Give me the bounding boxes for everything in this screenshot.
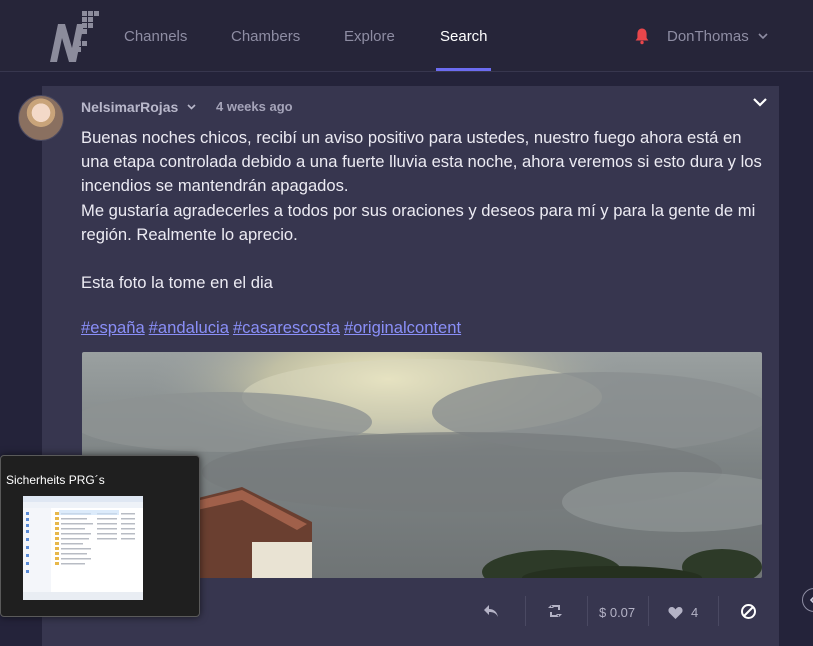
divider [718, 596, 719, 626]
user-menu[interactable]: DonThomas [667, 28, 749, 45]
chevron-down-icon[interactable] [186, 101, 197, 112]
preview-title: Sicherheits PRG´s [6, 473, 105, 487]
hashtag-list: #españa #andalucia #casarescosta #originalc… [81, 318, 465, 338]
chevron-left-icon [809, 596, 813, 604]
nav-explore[interactable]: Explore [344, 28, 395, 45]
hashtag-link[interactable]: #casarescosta [233, 318, 340, 337]
divider [587, 596, 588, 626]
taskbar-window-preview[interactable]: Sicherheits PRG´s [0, 455, 200, 617]
nf-logo[interactable] [48, 8, 104, 64]
scroll-left-button[interactable] [802, 588, 813, 612]
nav-chambers[interactable]: Chambers [231, 28, 300, 45]
avatar[interactable] [18, 95, 64, 141]
bell-icon[interactable] [634, 27, 650, 45]
like-count: 4 [691, 605, 699, 620]
top-navigation-bar: Channels Chambers Explore Search DonThom… [0, 0, 813, 72]
post-paragraph [81, 247, 771, 271]
nav-search[interactable]: Search [440, 28, 488, 45]
payout-value[interactable]: $ 0.07 [599, 605, 635, 620]
hashtag-link[interactable]: #originalcontent [344, 318, 461, 337]
active-tab-indicator [436, 68, 491, 71]
post-paragraph: Me gustaría agradecerles a todos por sus… [81, 200, 756, 244]
divider [648, 596, 649, 626]
heart-icon[interactable] [668, 606, 683, 619]
retweet-icon[interactable] [548, 605, 562, 617]
post-author[interactable]: NelsimarRojas [81, 99, 178, 115]
post-paragraph: Buenas noches chicos, recibí un aviso po… [81, 128, 762, 196]
post-timestamp: 4 weeks ago [216, 99, 293, 114]
hashtag-link[interactable]: #españa [81, 318, 145, 337]
reply-arrow-icon[interactable] [483, 604, 499, 618]
post-body: Buenas noches chicos, recibí un aviso po… [81, 126, 771, 295]
collapse-chevron-icon[interactable] [752, 94, 768, 110]
post-paragraph: Esta foto la tome en el dia [81, 273, 273, 293]
chevron-down-icon[interactable] [757, 30, 769, 42]
nav-channels[interactable]: Channels [124, 28, 187, 45]
divider [525, 596, 526, 626]
hashtag-link[interactable]: #andalucia [149, 318, 229, 337]
block-icon[interactable] [740, 603, 757, 620]
window-thumbnail [23, 496, 143, 600]
